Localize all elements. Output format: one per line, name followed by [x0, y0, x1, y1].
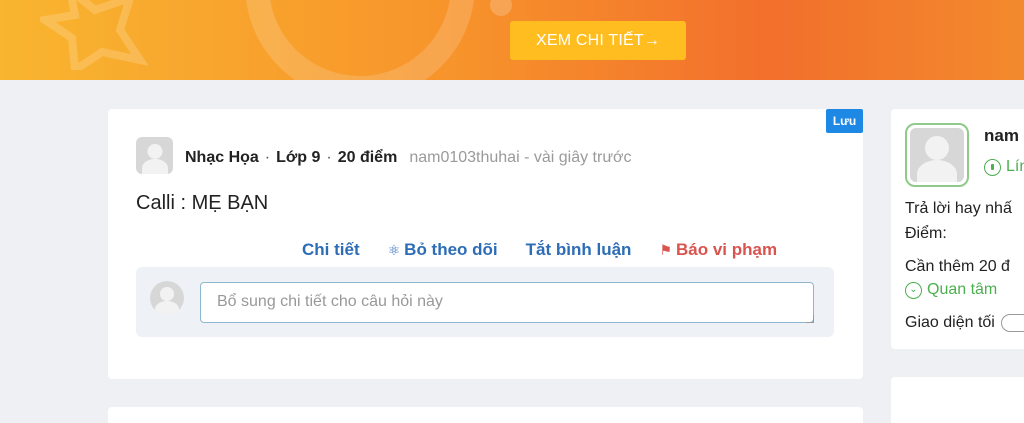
- commenter-avatar: [150, 281, 184, 315]
- banner-decoration: [490, 0, 512, 16]
- info-icon: [984, 158, 1001, 176]
- save-badge[interactable]: Lưu: [826, 109, 863, 133]
- question-actions: Chi tiết ⚛ Bỏ theo dõi Tắt bình luận ⚑ B…: [302, 240, 777, 260]
- detail-label: Chi tiết: [302, 240, 360, 259]
- best-answers-label: Trả lời hay nhấ: [905, 200, 1012, 217]
- unfollow-link[interactable]: ⚛ Bỏ theo dõi: [388, 240, 498, 260]
- banner-star-decoration: [40, 0, 149, 70]
- score-label: Điểm:: [905, 225, 947, 242]
- asker-avatar[interactable]: [136, 137, 173, 174]
- rank-label: Lín: [1006, 158, 1024, 175]
- report-label: Báo vi phạm: [676, 240, 778, 259]
- points-label: 20 điểm: [337, 149, 398, 166]
- profile-rank: Lín: [984, 158, 1024, 176]
- dark-mode-row: Giao diện tối: [905, 314, 1024, 332]
- separator-dot: ·: [326, 149, 332, 166]
- next-question-card: [108, 407, 863, 423]
- detail-link[interactable]: Chi tiết: [302, 240, 360, 260]
- interest-link[interactable]: ⌄ Quan tâm: [905, 281, 997, 299]
- side-panel-secondary: [891, 377, 1024, 423]
- users-icon: ⚛: [387, 241, 401, 258]
- comment-box: Bổ sung chi tiết cho câu hỏi này: [136, 267, 834, 337]
- separator-dot: ·: [264, 149, 271, 166]
- dark-mode-toggle[interactable]: [1000, 314, 1024, 332]
- report-link[interactable]: ⚑ Báo vi phạm: [659, 240, 777, 260]
- question-meta: Nhạc Họa · Lớp 9 · 20 điểm nam0103thuhai…: [185, 149, 632, 167]
- dark-mode-label: Giao diện tối: [905, 314, 995, 332]
- banner-decoration: [245, 0, 475, 80]
- comment-input[interactable]: Bổ sung chi tiết cho câu hỏi này: [200, 282, 814, 323]
- need-more-label: Cần thêm 20 đ: [905, 258, 1010, 275]
- interest-label: Quan tâm: [927, 281, 998, 298]
- subject-link[interactable]: Nhạc Họa: [185, 149, 259, 167]
- question-text: Calli : MẸ BẠN: [136, 192, 269, 214]
- question-card: Lưu Nhạc Họa · Lớp 9 · 20 điểm nam0103th…: [108, 109, 863, 379]
- promo-banner: XEM CHI TIẾT→: [0, 0, 1024, 80]
- profile-name[interactable]: nam: [984, 126, 1019, 146]
- profile-panel: nam Lín Trả lời hay nhấ Điểm: Cần thêm 2…: [891, 109, 1024, 349]
- view-details-button[interactable]: XEM CHI TIẾT→: [510, 21, 686, 60]
- unfollow-label: Bỏ theo dõi: [404, 240, 498, 259]
- chevron-down-icon: ⌄: [905, 281, 922, 299]
- resize-handle-icon[interactable]: [806, 315, 814, 323]
- flag-icon: ⚑: [659, 241, 672, 258]
- turn-off-comments-link[interactable]: Tắt bình luận: [526, 240, 632, 260]
- author-timestamp[interactable]: nam0103thuhai - vài giây trước: [409, 149, 631, 167]
- grade-label[interactable]: Lớp 9: [276, 149, 320, 167]
- turn-off-comments-label: Tắt bình luận: [525, 240, 632, 259]
- profile-avatar[interactable]: [905, 123, 969, 187]
